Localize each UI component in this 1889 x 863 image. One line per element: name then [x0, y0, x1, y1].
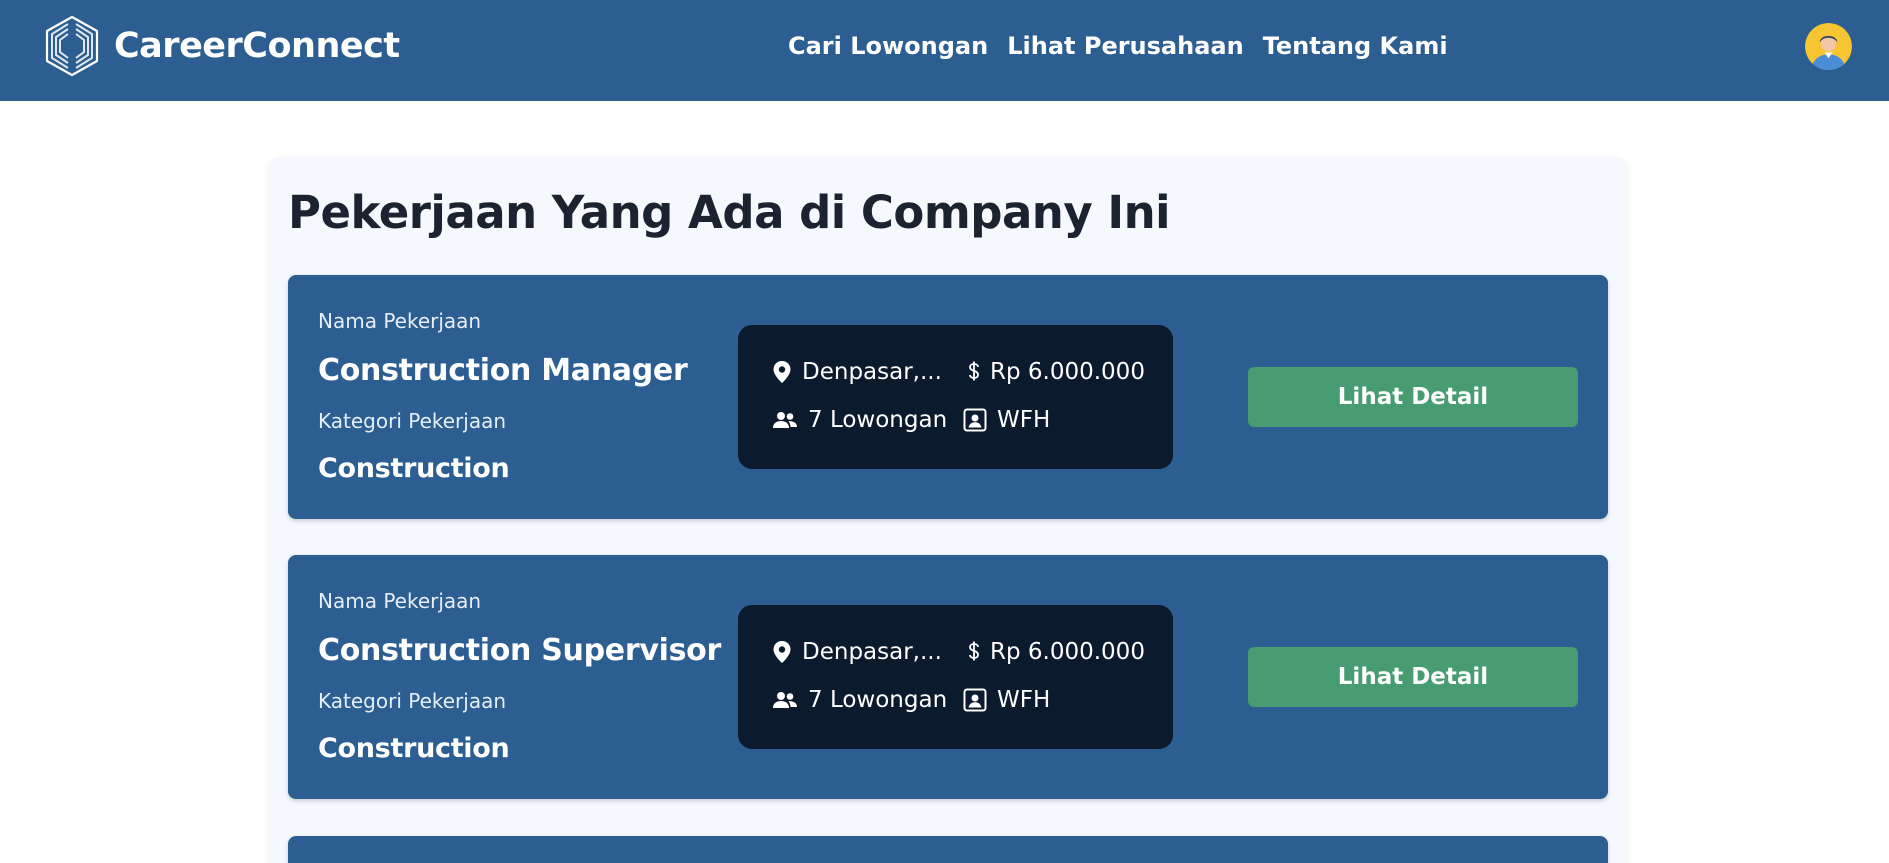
- job-info-box: Denpasar,... Rp 6.000.000 7 Lowongan WFH: [738, 325, 1173, 469]
- users-icon: [773, 692, 797, 708]
- job-category: Construction: [318, 733, 510, 764]
- map-pin-icon: [773, 361, 791, 383]
- job-card: Nama Pekerjaan Construction Manager Kate…: [288, 275, 1608, 519]
- dollar-icon: [969, 641, 979, 661]
- job-name-label: Nama Pekerjaan: [318, 589, 482, 613]
- brand-name: CareerConnect: [114, 26, 400, 66]
- remote-work-icon: [963, 408, 987, 432]
- remote-work-icon: [963, 688, 987, 712]
- user-avatar-icon: [1805, 23, 1852, 70]
- navbar: CareerConnect Cari Lowongan Lihat Perusa…: [0, 0, 1889, 101]
- lihat-detail-button[interactable]: Lihat Detail: [1248, 647, 1578, 707]
- map-pin-icon: [773, 641, 791, 663]
- job-vacancies: 7 Lowongan: [772, 407, 947, 433]
- job-salary-text: Rp 6.000.000: [990, 639, 1145, 665]
- job-work-type: WFH: [963, 407, 1050, 433]
- nav-link-tentang-kami[interactable]: Tentang Kami: [1263, 32, 1448, 60]
- job-location: Denpasar,...: [772, 639, 942, 665]
- job-category: Construction: [318, 453, 510, 484]
- job-info-box: Denpasar,... Rp 6.000.000 7 Lowongan WFH: [738, 605, 1173, 749]
- users-icon: [773, 412, 797, 428]
- page-title: Pekerjaan Yang Ada di Company Ini: [288, 186, 1171, 239]
- job-work-type-text: WFH: [997, 407, 1051, 433]
- job-category-label: Kategori Pekerjaan: [318, 409, 507, 433]
- job-location-text: Denpasar,...: [802, 639, 942, 665]
- job-location-text: Denpasar,...: [802, 359, 942, 385]
- job-salary: Rp 6.000.000: [968, 639, 1145, 665]
- lihat-detail-button[interactable]: Lihat Detail: [1248, 367, 1578, 427]
- user-avatar[interactable]: [1805, 23, 1852, 70]
- job-name: Construction Manager: [318, 353, 688, 388]
- job-card: Nama Pekerjaan Construction Supervisor K…: [288, 555, 1608, 799]
- nav-link-cari-lowongan[interactable]: Cari Lowongan: [788, 32, 988, 60]
- job-vacancies-text: 7 Lowongan: [808, 687, 948, 713]
- job-vacancies-text: 7 Lowongan: [808, 407, 948, 433]
- job-name-label: Nama Pekerjaan: [318, 309, 482, 333]
- job-category-label: Kategori Pekerjaan: [318, 689, 507, 713]
- brand-logo-link[interactable]: CareerConnect: [40, 14, 400, 78]
- job-location: Denpasar,...: [772, 359, 942, 385]
- job-card-partial: [288, 836, 1608, 863]
- nav-link-lihat-perusahaan[interactable]: Lihat Perusahaan: [1007, 32, 1243, 60]
- job-work-type-text: WFH: [997, 687, 1051, 713]
- job-work-type: WFH: [963, 687, 1050, 713]
- job-salary: Rp 6.000.000: [968, 359, 1145, 385]
- hexagon-chevrons-logo-icon: [45, 15, 99, 77]
- job-vacancies: 7 Lowongan: [772, 687, 947, 713]
- main-nav: Cari Lowongan Lihat Perusahaan Tentang K…: [788, 28, 1467, 64]
- dollar-icon: [969, 361, 979, 381]
- job-salary-text: Rp 6.000.000: [990, 359, 1145, 385]
- job-name: Construction Supervisor: [318, 633, 721, 668]
